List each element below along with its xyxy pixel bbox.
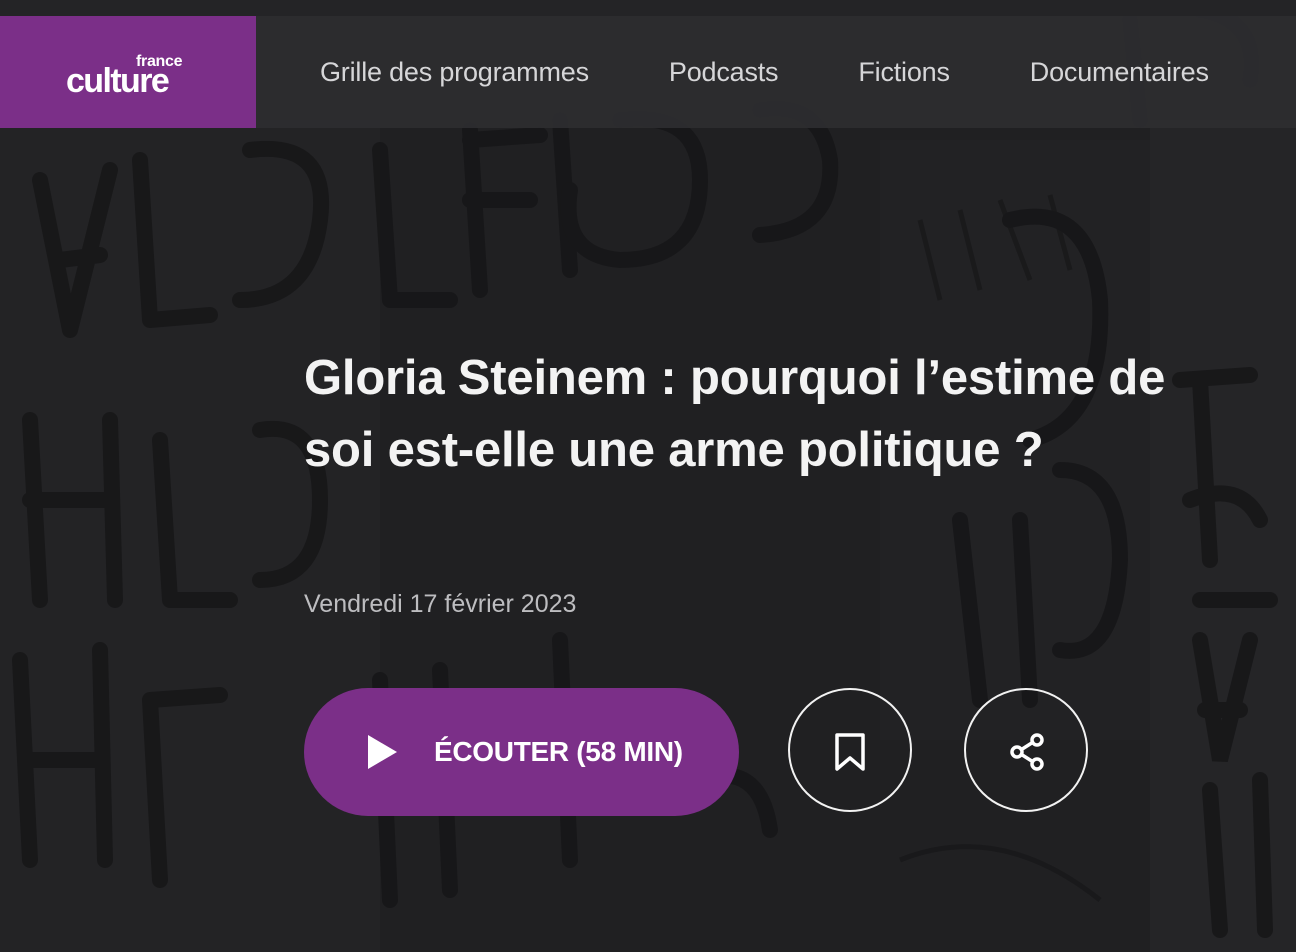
share-button[interactable]: [964, 688, 1088, 812]
nav-item-documentaires[interactable]: Documentaires: [1030, 57, 1209, 88]
nav-item-podcasts[interactable]: Podcasts: [669, 57, 779, 88]
top-strip: [0, 0, 1296, 16]
episode-date: Vendredi 17 février 2023: [304, 590, 577, 618]
listen-button-label: ÉCOUTER (58 MIN): [434, 736, 683, 767]
france-culture-logo[interactable]: france culture: [0, 16, 256, 128]
site-header: france culture Grille des programmes Pod…: [0, 16, 1296, 128]
bookmark-icon: [835, 733, 865, 771]
share-icon: [1010, 733, 1044, 771]
listen-button[interactable]: ÉCOUTER (58 MIN): [304, 688, 739, 816]
main-nav: Grille des programmes Podcasts Fictions …: [320, 16, 1289, 128]
nav-item-grille-des-programmes[interactable]: Grille des programmes: [320, 57, 589, 88]
bookmark-button[interactable]: [788, 688, 912, 812]
episode-title: Gloria Steinem : pourquoi l’estime de so…: [304, 351, 1166, 477]
page: france culture Grille des programmes Pod…: [0, 0, 1296, 952]
nav-item-fictions[interactable]: Fictions: [858, 57, 950, 88]
play-icon: [368, 735, 397, 769]
logo-big-text: culture: [66, 62, 170, 100]
